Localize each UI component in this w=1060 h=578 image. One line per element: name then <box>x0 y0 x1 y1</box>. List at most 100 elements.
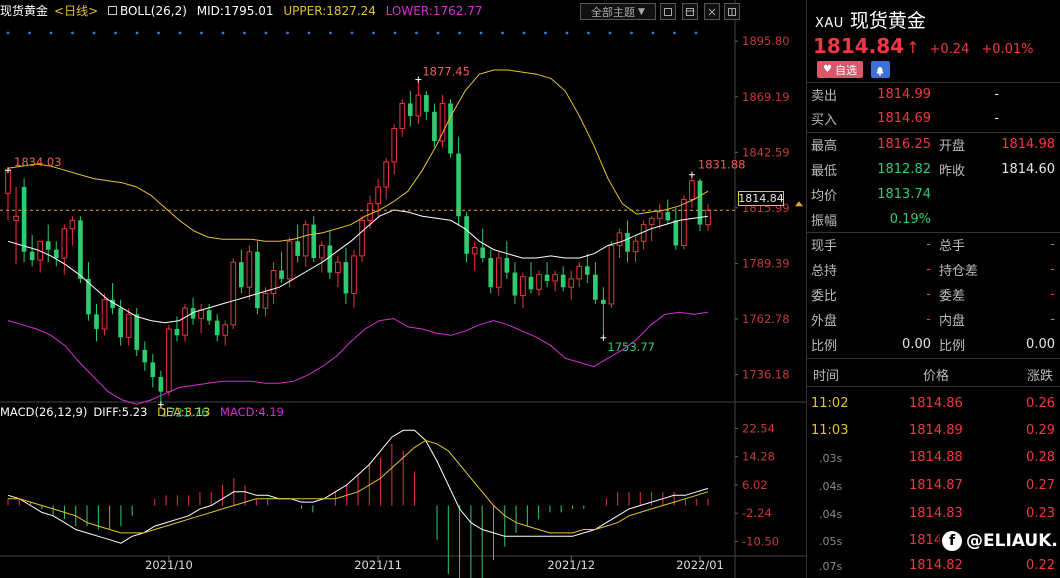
amplitude-label: 振幅 <box>811 214 838 229</box>
candle-body <box>665 212 671 221</box>
high-value: 1816.25 <box>877 137 931 152</box>
candle-body <box>45 241 51 250</box>
candle-body <box>101 299 108 330</box>
price-axis-label: 1762.78 <box>742 312 790 326</box>
candle-body <box>61 228 68 259</box>
candle-body <box>230 261 237 326</box>
open-value: 1814.98 <box>1001 137 1055 152</box>
sell-row: 卖出 1814.99 - <box>807 82 1060 107</box>
candle-body <box>424 95 429 112</box>
tick-time: .07s <box>819 560 843 573</box>
marker-dot <box>415 31 418 35</box>
macd-dea: DEA:3.13 <box>157 405 211 419</box>
date-axis-label: 2021/12 <box>547 558 595 572</box>
chevron-down-icon: ▼ <box>638 6 645 17</box>
macd-value: MACD:4.19 <box>220 405 284 419</box>
bid-diff-label: 委差 <box>939 289 966 304</box>
tick-change: 0.26 <box>1026 396 1055 411</box>
candle-body <box>552 274 558 282</box>
candle-body <box>616 232 623 246</box>
macd-axis-label: -10.50 <box>742 534 779 548</box>
minimize-icon[interactable] <box>660 3 676 20</box>
quote-title: XAU 现货黄金 <box>815 6 926 33</box>
tick-change: 0.22 <box>1026 558 1055 573</box>
tick-row: .07s 1814.82 0.22 <box>807 552 1060 578</box>
sell-label: 卖出 <box>811 89 838 104</box>
candle-body <box>367 203 373 221</box>
ratio2-value: 0.00 <box>1026 337 1055 352</box>
candle-body <box>488 257 494 288</box>
boll-upper: UPPER:1827.24 <box>283 4 376 18</box>
candle-body <box>681 199 687 246</box>
kline-chart-svg[interactable]: 1895.801869.191842.591815.991789.391762.… <box>0 0 806 578</box>
period-selector[interactable]: <日线> <box>54 4 98 18</box>
favorite-label: 自选 <box>834 63 857 77</box>
tick-change: 0.28 <box>1026 450 1055 465</box>
candle-body <box>544 274 550 281</box>
marker-dot <box>114 31 117 35</box>
candle-body <box>632 240 639 253</box>
price-alert-button[interactable] <box>870 61 890 78</box>
total-position-value: - <box>926 262 931 277</box>
extreme-price-label: 1753.77 <box>607 340 655 354</box>
candle-body <box>174 328 180 336</box>
facebook-icon: f <box>942 531 962 551</box>
candle-body <box>279 270 284 279</box>
amplitude-row: 振幅 0.19% <box>807 207 1060 232</box>
buy-label: 买入 <box>811 113 838 128</box>
add-favorite-button[interactable]: ♥ 自选 <box>817 61 863 78</box>
marker-dot <box>135 31 139 35</box>
boll-upper-line <box>7 69 709 242</box>
candle-body <box>311 224 317 258</box>
candle-body <box>528 276 534 290</box>
kline-chart-area[interactable]: 1895.80 1869.19 1842.59 1815.99 1789.39 1762.… <box>0 0 806 578</box>
disk-row: 外盘 - 内盘 - <box>807 307 1060 332</box>
candle-body <box>601 299 606 304</box>
marker-dot <box>243 31 246 35</box>
current-hand-value: - <box>926 237 931 252</box>
symbol-code: XAU <box>815 16 844 31</box>
boll-label[interactable]: BOLL(26,2) <box>120 4 187 18</box>
expand-icon[interactable] <box>724 3 740 20</box>
candle-body <box>504 257 510 273</box>
close-icon[interactable] <box>704 3 720 20</box>
marker-dot <box>608 31 612 35</box>
macd-axis-label: -2.24 <box>742 506 772 520</box>
current-price-tag: 1814.84 <box>738 191 784 206</box>
date-axis-label: 2022/01 <box>676 558 724 572</box>
candle-body <box>286 240 293 280</box>
date-axis-label: 2021/11 <box>354 558 402 572</box>
marker-dot <box>264 31 268 35</box>
bid-diff-value: - <box>1050 287 1055 302</box>
candle-body <box>576 265 583 280</box>
buy-row: 买入 1814.69 - <box>807 106 1060 131</box>
marker-dot <box>28 31 31 35</box>
ratio-row: 比例 0.00 比例 0.00 <box>807 332 1060 357</box>
low-value: 1812.82 <box>877 162 931 177</box>
tick-time: .04s <box>819 508 843 521</box>
tick-row: .03s 1814.88 0.28 <box>807 444 1060 472</box>
boll-lower: LOWER:1762.77 <box>385 4 483 18</box>
marker-dot <box>458 31 461 35</box>
price-axis-label: 1789.39 <box>742 256 790 270</box>
prev-close-label: 昨收 <box>939 164 966 179</box>
tick-time: .04s <box>819 480 843 493</box>
maximize-icon[interactable] <box>682 3 698 20</box>
tick-price: 1814.89 <box>909 423 963 438</box>
marker-dot <box>673 31 676 35</box>
marker-dot <box>372 31 375 35</box>
price-axis-label: 1736.18 <box>742 368 790 382</box>
candle-body <box>21 186 27 252</box>
candle-body <box>94 314 99 329</box>
bid-ratio-value: - <box>926 287 931 302</box>
macd-label[interactable]: MACD(26,12,9) <box>0 405 87 419</box>
low-prev-row: 最低 1812.82 昨收 1814.60 <box>807 157 1060 182</box>
inner-disk-value: - <box>1050 312 1055 327</box>
theme-select[interactable]: 全部主题 ▼ <box>580 3 656 20</box>
position-row: 总持 - 持仓差 - <box>807 257 1060 282</box>
marker-dot <box>157 31 160 35</box>
sell-volume: - <box>994 87 999 102</box>
chart-title: 现货黄金 <box>0 4 49 18</box>
outer-disk-label: 外盘 <box>811 314 838 329</box>
candle-body <box>270 270 277 294</box>
